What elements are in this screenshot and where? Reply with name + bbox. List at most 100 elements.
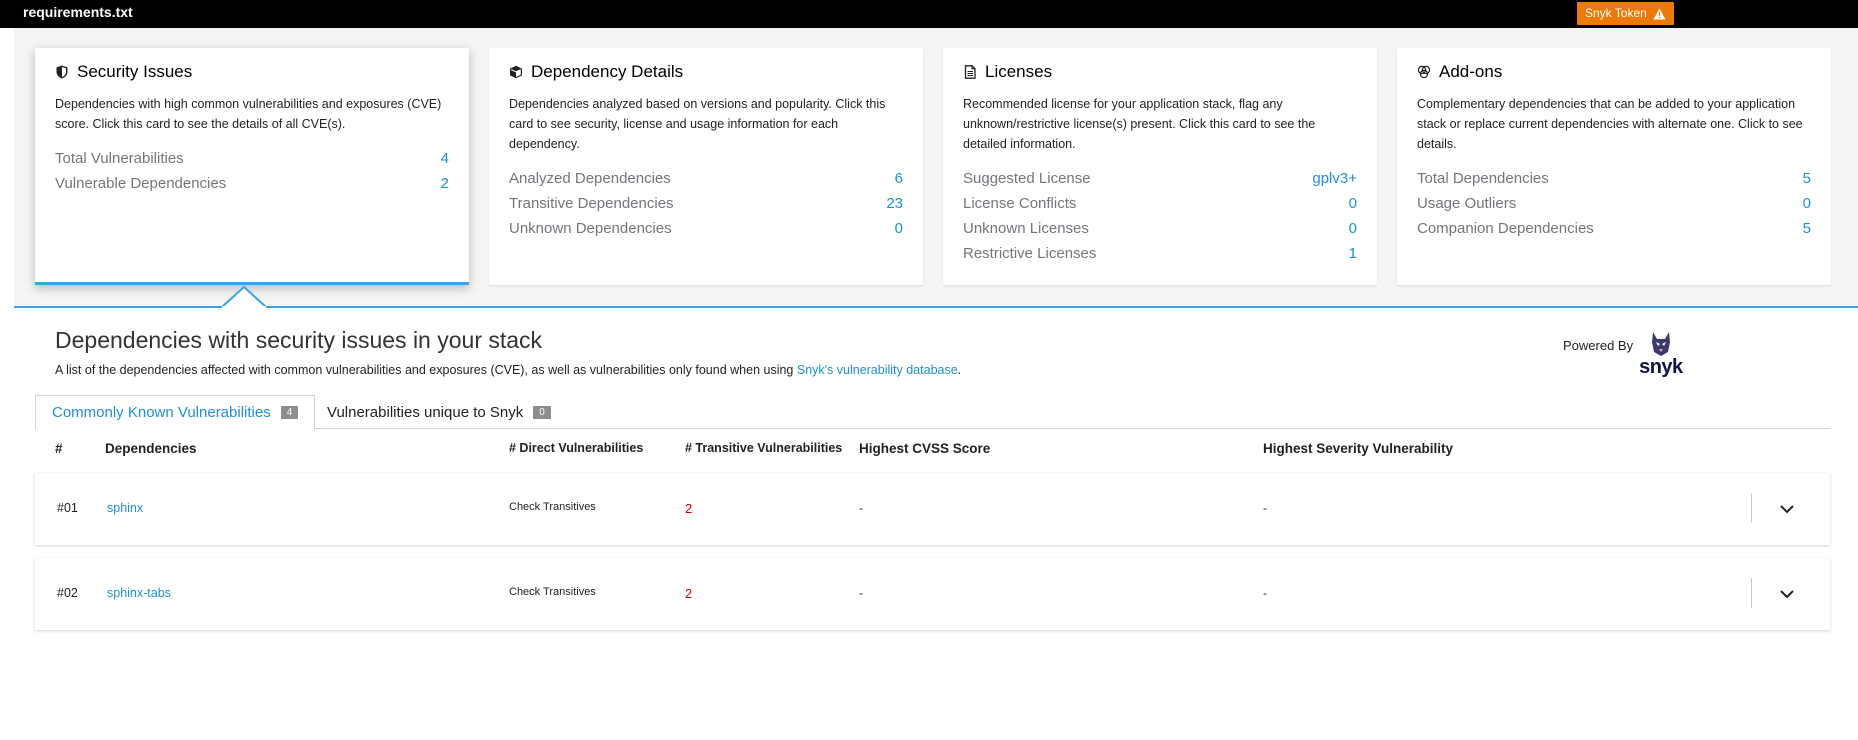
card-row: Companion Dependencies 5 bbox=[1417, 216, 1811, 241]
highest-severity: - bbox=[1263, 586, 1267, 600]
card-description: Dependencies with high common vulnerabil… bbox=[55, 97, 442, 131]
top-bar: requirements.txt Snyk Token bbox=[0, 0, 1858, 28]
row-label: License Conflicts bbox=[963, 195, 1077, 212]
card-header: Add-ons bbox=[1417, 62, 1811, 82]
dependency-details-card[interactable]: Dependency Details Dependencies analyzed… bbox=[489, 48, 923, 285]
document-icon bbox=[964, 65, 976, 79]
tab-unique-to-snyk[interactable]: Vulnerabilities unique to Snyk 0 bbox=[311, 395, 567, 430]
card-row: License Conflicts 0 bbox=[963, 191, 1357, 216]
row-label: Vulnerable Dependencies bbox=[55, 175, 227, 192]
card-description: Recommended license for your application… bbox=[963, 97, 1316, 151]
card-row: Total Vulnerabilities 4 bbox=[55, 146, 449, 171]
row-separator bbox=[1751, 493, 1752, 523]
section-divider bbox=[14, 306, 1858, 308]
transitive-vulnerabilities: 2 bbox=[685, 501, 693, 516]
card-row: Usage Outliers 0 bbox=[1417, 191, 1811, 216]
warning-icon bbox=[1653, 8, 1666, 19]
row-value: 0 bbox=[1348, 220, 1357, 237]
tab-label: Vulnerabilities unique to Snyk bbox=[327, 404, 524, 421]
card-row: Analyzed Dependencies 6 bbox=[509, 166, 903, 191]
row-label: Suggested License bbox=[963, 170, 1091, 187]
count-badge: 0 bbox=[533, 406, 551, 419]
row-value: 4 bbox=[440, 150, 449, 167]
row-separator bbox=[1751, 578, 1752, 608]
card-description: Dependencies analyzed based on versions … bbox=[509, 97, 886, 151]
card-description: Complementary dependencies that can be a… bbox=[1417, 97, 1803, 151]
card-row: Restrictive Licenses 1 bbox=[963, 241, 1357, 266]
powered-by-snyk: Powered By snyk bbox=[1563, 330, 1683, 379]
description-text: A list of the dependencies affected with… bbox=[55, 363, 797, 377]
table-row: #02 sphinx-tabs Check Transitives 2 - - bbox=[35, 558, 1830, 630]
direct-vulnerabilities: Check Transitives bbox=[509, 586, 596, 598]
row-label: Total Dependencies bbox=[1417, 170, 1549, 187]
row-label: Transitive Dependencies bbox=[509, 195, 674, 212]
cvss-score: - bbox=[859, 501, 863, 515]
col-transitive-vulnerabilities: # Transitive Vulnerabilities bbox=[685, 441, 843, 455]
cvss-score: - bbox=[859, 586, 863, 600]
licenses-card[interactable]: Licenses Recommended license for your ap… bbox=[943, 48, 1377, 285]
direct-vulnerabilities: Check Transitives bbox=[509, 501, 596, 513]
count-badge: 4 bbox=[280, 406, 299, 419]
row-value: 6 bbox=[894, 170, 903, 187]
row-label: Companion Dependencies bbox=[1417, 220, 1594, 237]
section-title: Dependencies with security issues in you… bbox=[55, 327, 543, 353]
tab-commonly-known[interactable]: Commonly Known Vulnerabilities 4 bbox=[35, 395, 316, 430]
add-ons-card[interactable]: Add-ons Complementary dependencies that … bbox=[1397, 48, 1831, 285]
powered-by-label: Powered By bbox=[1563, 338, 1634, 353]
row-value: 1 bbox=[1348, 245, 1357, 262]
snyk-database-link[interactable]: Snyk's vulnerability database bbox=[797, 363, 958, 377]
row-number: #02 bbox=[57, 586, 78, 600]
chevron-down-icon bbox=[1780, 505, 1794, 514]
row-value: 0 bbox=[1348, 195, 1357, 212]
row-label: Unknown Licenses bbox=[963, 220, 1089, 237]
row-value: 0 bbox=[894, 220, 903, 237]
tab-label: Commonly Known Vulnerabilities bbox=[52, 404, 271, 421]
row-value: gplv3+ bbox=[1312, 170, 1357, 187]
table-row: #01 sphinx Check Transitives 2 - - bbox=[35, 473, 1830, 545]
card-row: Transitive Dependencies 23 bbox=[509, 191, 903, 216]
row-value: 5 bbox=[1802, 170, 1811, 187]
col-direct-vulnerabilities: # Direct Vulnerabilities bbox=[509, 441, 644, 455]
security-issues-card[interactable]: Security Issues Dependencies with high c… bbox=[35, 48, 469, 285]
card-header: Dependency Details bbox=[509, 62, 903, 82]
snyk-wordmark: snyk bbox=[1639, 356, 1683, 378]
row-value: 0 bbox=[1802, 195, 1811, 212]
row-number: #01 bbox=[57, 501, 78, 515]
cubes-icon bbox=[1417, 65, 1431, 79]
card-title: Security Issues bbox=[77, 62, 193, 81]
row-value: 2 bbox=[440, 175, 449, 192]
card-row: Suggested License gplv3+ bbox=[963, 166, 1357, 191]
card-row: Vulnerable Dependencies 2 bbox=[55, 171, 449, 196]
expand-row-button[interactable] bbox=[1775, 582, 1799, 606]
dependency-link[interactable]: sphinx-tabs bbox=[107, 586, 171, 600]
col-dependencies: Dependencies bbox=[105, 441, 197, 456]
row-label: Analyzed Dependencies bbox=[509, 170, 671, 187]
expand-row-button[interactable] bbox=[1775, 497, 1799, 521]
card-title: Dependency Details bbox=[531, 62, 684, 81]
cube-icon bbox=[510, 65, 522, 79]
col-severity: Highest Severity Vulnerability bbox=[1263, 441, 1454, 456]
col-number: # bbox=[55, 441, 63, 456]
table-header: # Dependencies # Direct Vulnerabilities … bbox=[35, 435, 1830, 463]
snyk-token-button[interactable]: Snyk Token bbox=[1577, 2, 1674, 25]
snyk-logo: snyk bbox=[1639, 330, 1683, 379]
row-value: 23 bbox=[886, 195, 903, 212]
row-label: Total Vulnerabilities bbox=[55, 150, 184, 167]
row-label: Unknown Dependencies bbox=[509, 220, 672, 237]
row-label: Restrictive Licenses bbox=[963, 245, 1097, 262]
row-label: Usage Outliers bbox=[1417, 195, 1517, 212]
section-description: A list of the dependencies affected with… bbox=[55, 363, 961, 377]
card-title: Add-ons bbox=[1439, 62, 1503, 81]
card-title: Licenses bbox=[985, 62, 1053, 81]
active-card-pointer bbox=[222, 286, 266, 308]
card-row: Total Dependencies 5 bbox=[1417, 166, 1811, 191]
shield-icon bbox=[56, 65, 68, 79]
col-cvss-score: Highest CVSS Score bbox=[859, 441, 991, 456]
file-name: requirements.txt bbox=[23, 4, 133, 20]
vulnerability-tabs: Commonly Known Vulnerabilities 4 Vulnera… bbox=[35, 395, 1830, 430]
card-row: Unknown Dependencies 0 bbox=[509, 216, 903, 241]
card-row: Unknown Licenses 0 bbox=[963, 216, 1357, 241]
dependency-link[interactable]: sphinx bbox=[107, 501, 143, 515]
card-header: Security Issues bbox=[55, 62, 449, 82]
description-end: . bbox=[957, 363, 962, 377]
